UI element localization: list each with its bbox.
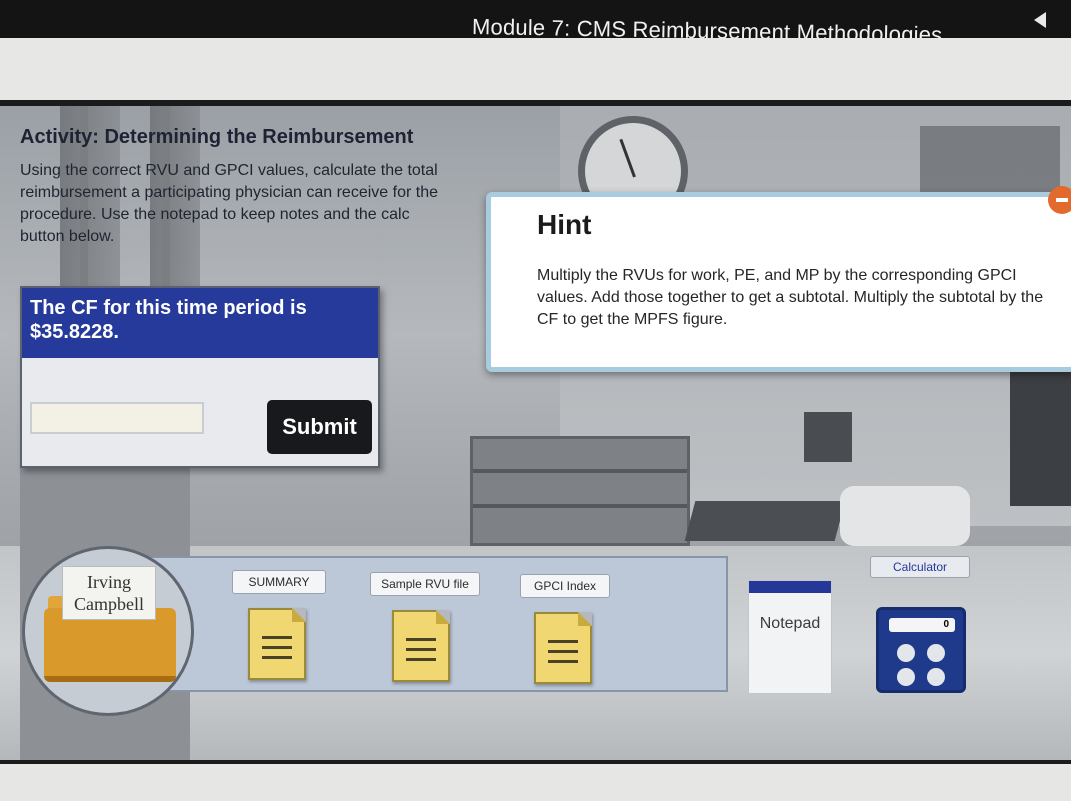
gpci-index-document-icon[interactable] bbox=[534, 612, 592, 684]
calculator-key bbox=[927, 668, 945, 686]
document-line bbox=[406, 638, 436, 641]
patient-name-card[interactable]: Irving Campbell bbox=[62, 566, 156, 620]
sample-rvu-file-document-icon[interactable] bbox=[392, 610, 450, 682]
hint-title: Hint bbox=[537, 209, 592, 240]
background-phone bbox=[840, 486, 970, 546]
document-line bbox=[406, 648, 436, 651]
footer-band bbox=[0, 764, 1071, 801]
calculator-tab[interactable]: Calculator bbox=[870, 556, 970, 578]
hint-text: Multiply the RVUs for work, PE, and MP b… bbox=[537, 267, 1044, 328]
calculator-display: 0 bbox=[889, 618, 955, 632]
notepad-button[interactable]: Notepad bbox=[748, 580, 832, 694]
background-keyboard bbox=[684, 501, 846, 541]
document-line bbox=[262, 646, 292, 649]
document-line bbox=[262, 656, 292, 659]
tray-shelf bbox=[473, 469, 687, 473]
summary-tab[interactable]: SUMMARY bbox=[232, 570, 326, 594]
document-line bbox=[548, 660, 578, 663]
header-band bbox=[0, 38, 1071, 100]
question-prompt: The CF for this time period is $35.8228. bbox=[22, 288, 378, 358]
background-paper-tray bbox=[470, 436, 690, 546]
background-wall-sign bbox=[804, 412, 852, 462]
clock-hand bbox=[619, 138, 636, 178]
sample-rvu-file-tab[interactable]: Sample RVU file bbox=[370, 572, 480, 596]
activity-title: Activity: Determining the Reimbursement bbox=[20, 126, 414, 148]
calculator-key bbox=[897, 668, 915, 686]
answer-input[interactable] bbox=[30, 402, 204, 434]
submit-button[interactable]: Submit bbox=[267, 400, 372, 454]
notepad-label: Notepad bbox=[759, 615, 821, 632]
document-line bbox=[548, 650, 578, 653]
activity-instructions: Using the correct RVU and GPCI values, c… bbox=[20, 162, 438, 245]
document-line bbox=[406, 658, 436, 661]
calculator-icon[interactable]: 0 bbox=[876, 607, 966, 693]
question-panel: The CF for this time period is $35.8228.… bbox=[20, 286, 380, 468]
document-line bbox=[262, 636, 292, 639]
gpci-index-tab[interactable]: GPCI Index bbox=[520, 574, 610, 598]
summary-document-icon[interactable] bbox=[248, 608, 306, 680]
calculator-key bbox=[897, 644, 915, 662]
tray-shelf bbox=[473, 504, 687, 508]
close-hint-icon[interactable] bbox=[1048, 186, 1071, 214]
back-arrow-icon[interactable] bbox=[1034, 12, 1046, 28]
calculator-key bbox=[927, 644, 945, 662]
notepad-binding bbox=[749, 581, 831, 593]
hint-popup: Hint Multiply the RVUs for work, PE, and… bbox=[486, 192, 1071, 372]
document-line bbox=[548, 640, 578, 643]
